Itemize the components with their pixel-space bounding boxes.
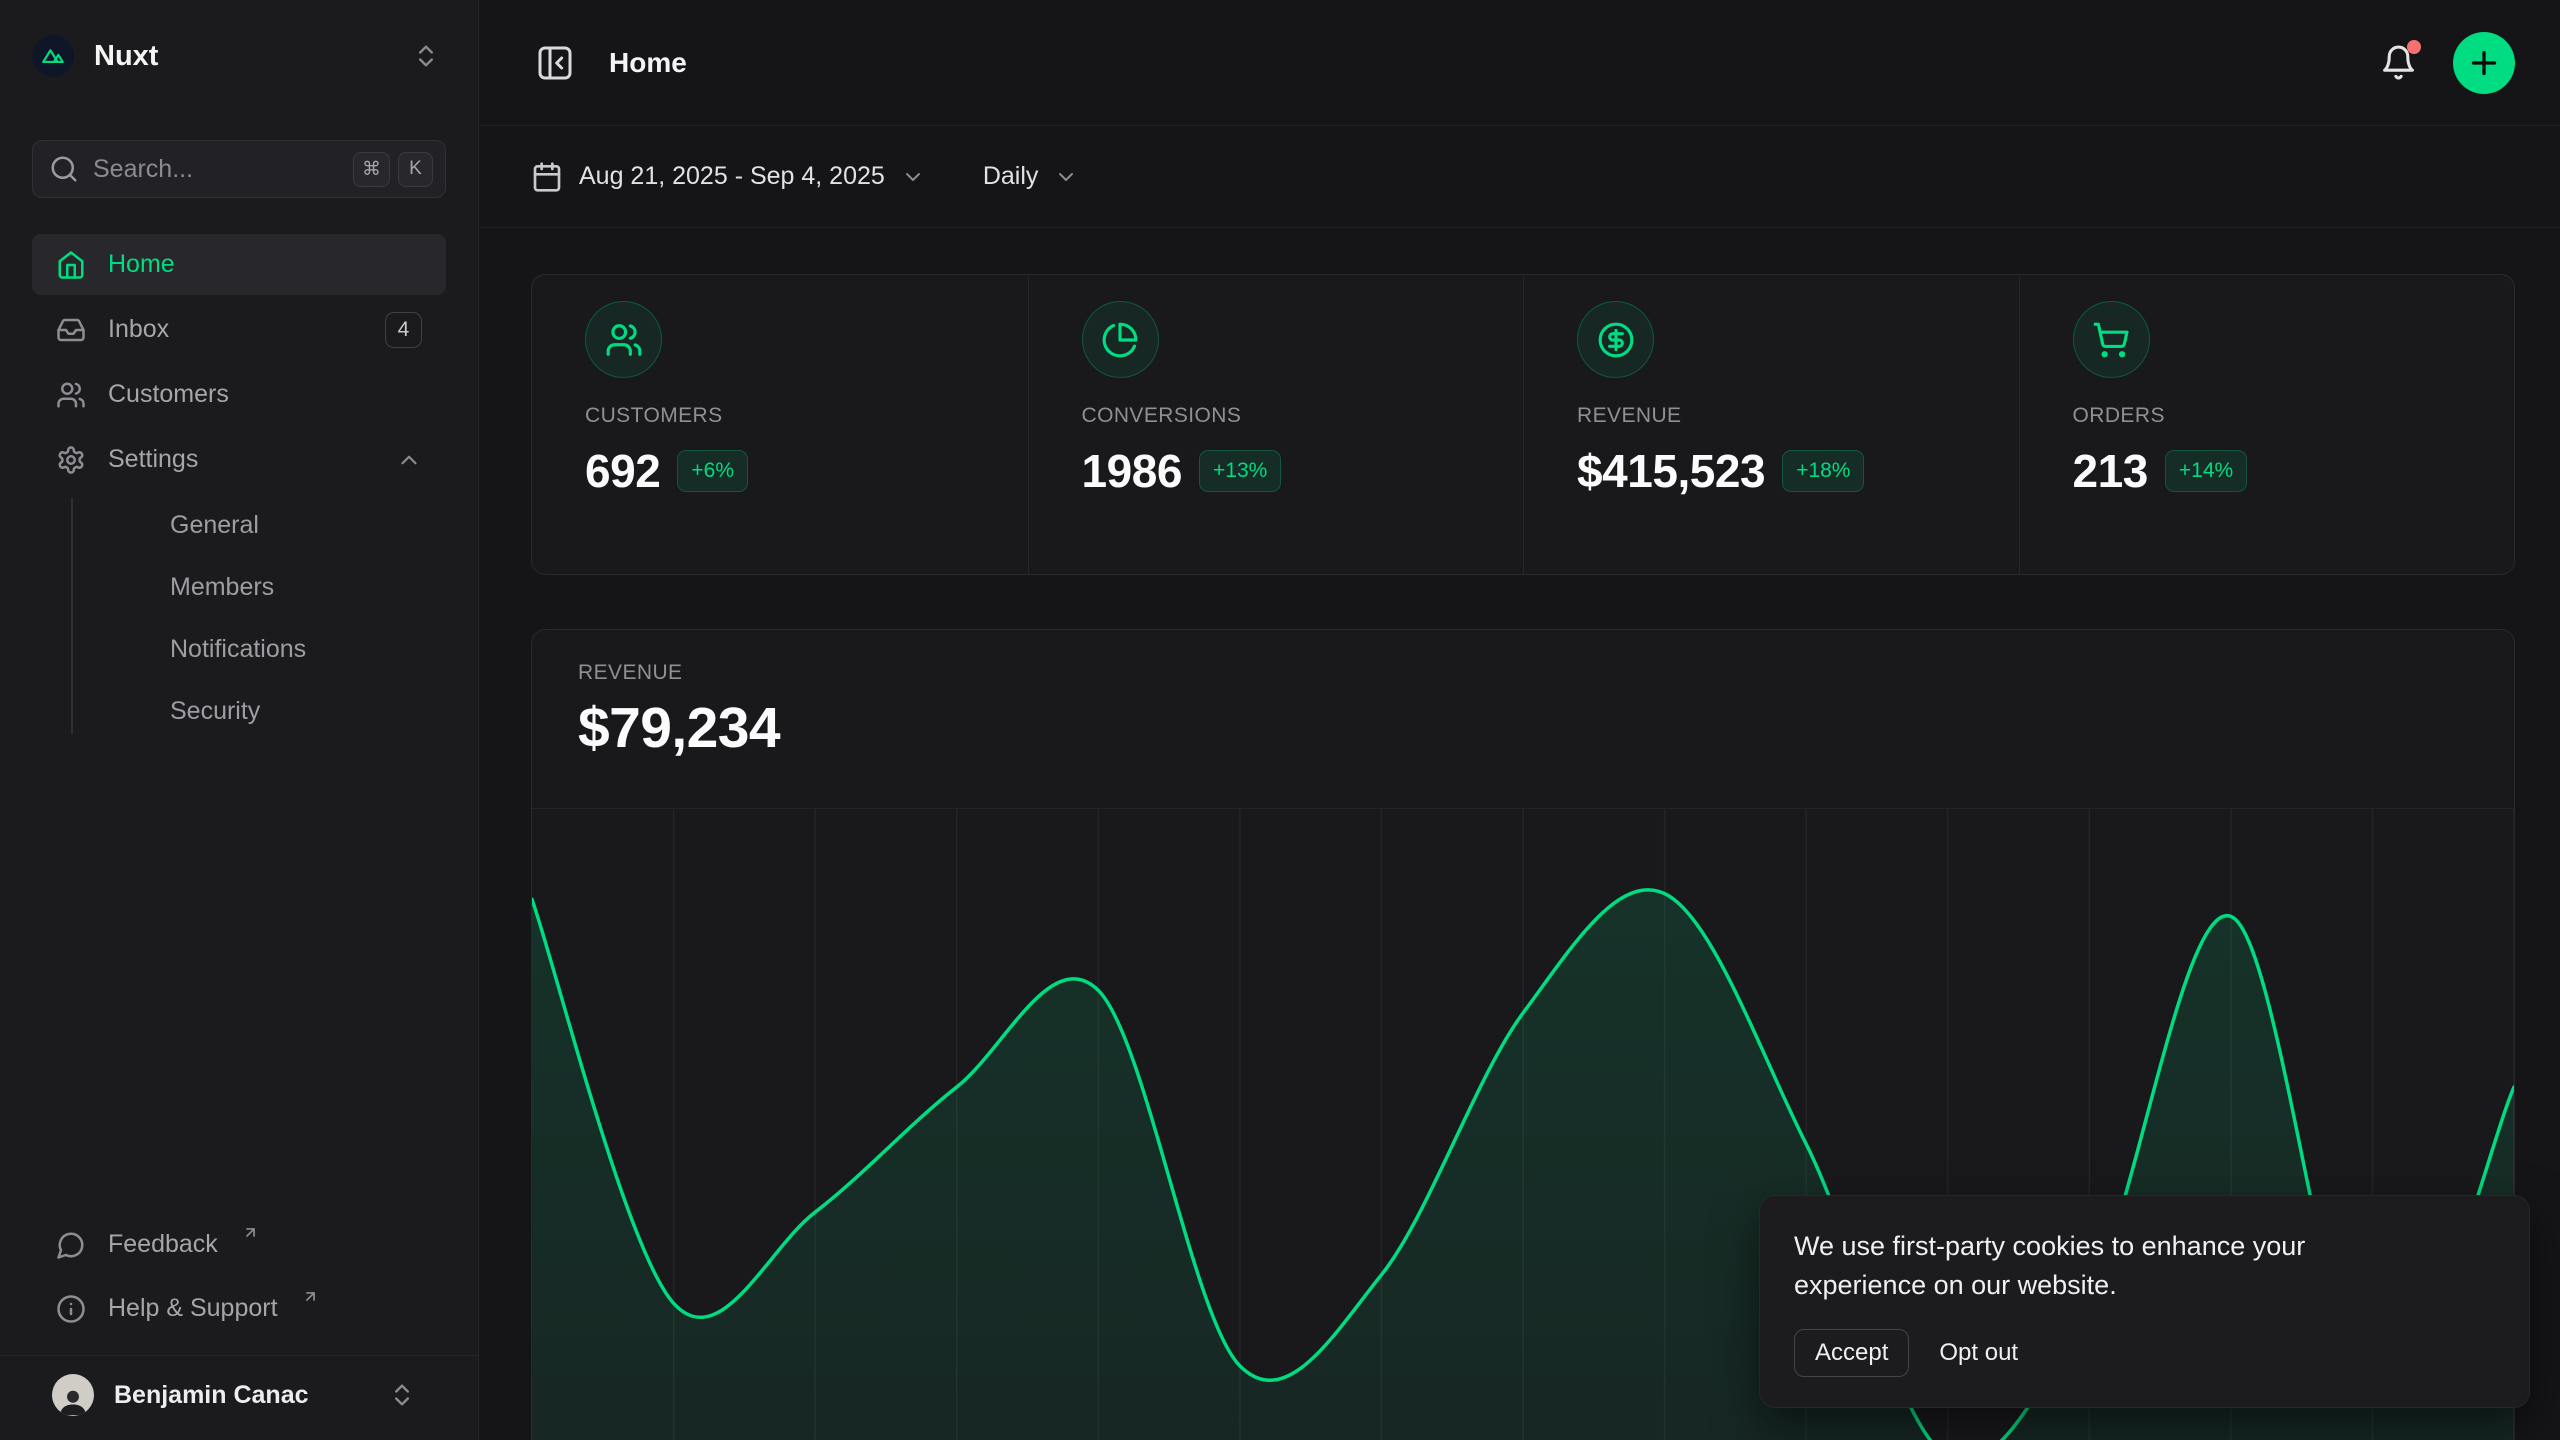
help-support-label: Help & Support: [108, 1294, 278, 1323]
revenue-value: $79,234: [578, 695, 2514, 761]
user-name: Benjamin Canac: [114, 1381, 309, 1410]
users-icon: [585, 301, 662, 378]
pie-chart-icon: [1082, 301, 1159, 378]
sidebar-item-home[interactable]: Home: [32, 234, 446, 295]
info-circle-icon: [56, 1294, 86, 1324]
period-select[interactable]: Daily: [983, 162, 1079, 191]
sidebar-item-label: Settings: [108, 445, 198, 474]
revenue-label: REVENUE: [578, 661, 2514, 685]
sidebar-item-inbox[interactable]: Inbox 4: [32, 299, 446, 360]
kbd-k: K: [398, 152, 433, 187]
users-icon: [56, 380, 86, 410]
stat-card-orders[interactable]: ORDERS 213 +14%: [2019, 275, 2515, 574]
sidebar-item-label: Inbox: [108, 315, 169, 344]
stat-label: CONVERSIONS: [1082, 404, 1504, 428]
panel-left-close-icon[interactable]: [529, 37, 581, 89]
help-support-link[interactable]: Help & Support: [32, 1278, 446, 1339]
chevrons-up-down-icon[interactable]: [406, 36, 446, 76]
sidebar-item-customers[interactable]: Customers: [32, 364, 446, 425]
sidebar-item-label: Home: [108, 250, 175, 279]
stat-value: 692: [585, 444, 660, 498]
chevrons-up-down-icon: [382, 1375, 422, 1415]
cookie-banner: We use first-party cookies to enhance yo…: [1759, 1195, 2530, 1408]
search-input[interactable]: Search... ⌘ K: [32, 140, 446, 198]
search-icon: [49, 154, 79, 184]
sidebar-footer: Feedback Help & Support: [32, 1214, 446, 1339]
brand-name: Nuxt: [94, 40, 158, 73]
plus-icon: [2466, 45, 2502, 81]
notifications-button[interactable]: [2374, 38, 2423, 87]
stat-card-customers[interactable]: CUSTOMERS 692 +6%: [532, 275, 1028, 574]
chevron-down-icon: [1054, 165, 1078, 189]
page-title: Home: [609, 47, 687, 79]
stat-delta-badge: +14%: [2165, 450, 2247, 492]
nuxt-logo-icon: [32, 35, 74, 77]
stat-card-revenue[interactable]: REVENUE $415,523 +18%: [1523, 275, 2019, 574]
feedback-link[interactable]: Feedback: [32, 1214, 446, 1275]
settings-sub-list: General Members Notifications Security: [32, 494, 446, 742]
chat-bubble-icon: [56, 1230, 86, 1260]
stat-value: $415,523: [1577, 444, 1765, 498]
stats-row: CUSTOMERS 692 +6% CONVERSIONS 1986 +13%: [531, 274, 2515, 575]
kbd-cmd: ⌘: [353, 152, 390, 187]
user-menu[interactable]: Benjamin Canac: [32, 1356, 446, 1440]
add-button[interactable]: [2453, 32, 2515, 94]
sidebar: Nuxt Search... ⌘ K Home: [0, 0, 479, 1440]
filter-toolbar: Aug 21, 2025 - Sep 4, 2025 Daily: [479, 126, 2560, 228]
stat-card-conversions[interactable]: CONVERSIONS 1986 +13%: [1028, 275, 1524, 574]
date-range-picker[interactable]: Aug 21, 2025 - Sep 4, 2025: [531, 161, 925, 193]
inbox-count-badge: 4: [385, 312, 422, 348]
cookie-message: We use first-party cookies to enhance yo…: [1794, 1227, 2384, 1305]
shopping-cart-icon: [2073, 301, 2150, 378]
stat-label: CUSTOMERS: [585, 404, 1008, 428]
notification-dot: [2407, 40, 2421, 54]
home-icon: [56, 250, 86, 280]
sidebar-nav: Home Inbox 4 Customers Settings: [32, 234, 446, 742]
search-placeholder: Search...: [93, 155, 339, 184]
chevron-up-icon: [396, 447, 422, 473]
sidebar-item-general[interactable]: General: [32, 494, 446, 556]
stat-delta-badge: +13%: [1199, 450, 1281, 492]
chevron-down-icon: [901, 165, 925, 189]
team-switcher[interactable]: Nuxt: [32, 34, 446, 78]
arrow-up-right-icon: [302, 1288, 319, 1305]
period-value: Daily: [983, 162, 1039, 191]
sidebar-item-settings[interactable]: Settings: [32, 429, 446, 490]
sidebar-item-security[interactable]: Security: [32, 680, 446, 742]
stat-delta-badge: +18%: [1782, 450, 1864, 492]
avatar: [52, 1374, 94, 1416]
stat-label: ORDERS: [2073, 404, 2495, 428]
feedback-label: Feedback: [108, 1230, 218, 1259]
inbox-icon: [56, 315, 86, 345]
dollar-circle-icon: [1577, 301, 1654, 378]
stat-delta-badge: +6%: [677, 450, 748, 492]
stat-value: 213: [2073, 444, 2148, 498]
sidebar-item-label: Customers: [108, 380, 229, 409]
sidebar-item-notifications[interactable]: Notifications: [32, 618, 446, 680]
arrow-up-right-icon: [242, 1224, 259, 1241]
stat-value: 1986: [1082, 444, 1183, 498]
sidebar-item-members[interactable]: Members: [32, 556, 446, 618]
date-range-value: Aug 21, 2025 - Sep 4, 2025: [579, 162, 885, 191]
accept-button[interactable]: Accept: [1794, 1329, 1909, 1377]
calendar-icon: [531, 161, 563, 193]
opt-out-button[interactable]: Opt out: [1939, 1330, 2018, 1376]
gear-icon: [56, 445, 86, 475]
top-bar: Home: [479, 0, 2560, 126]
stat-label: REVENUE: [1577, 404, 1999, 428]
